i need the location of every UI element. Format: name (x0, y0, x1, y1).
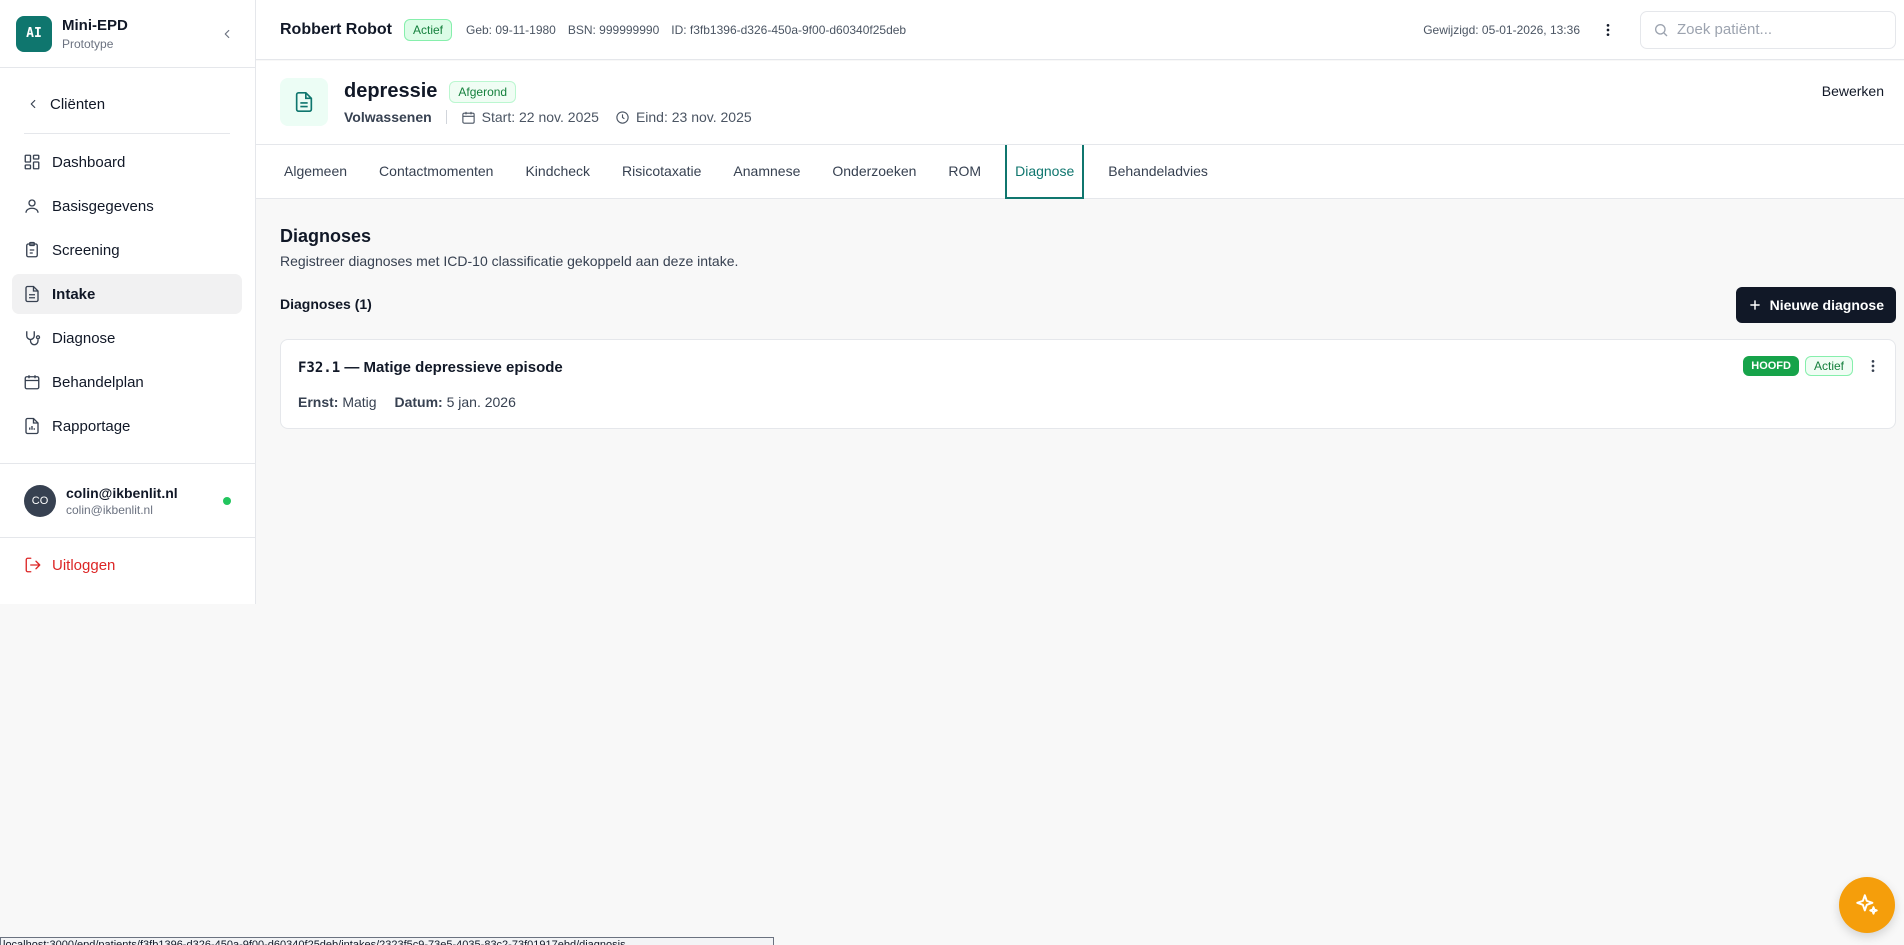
tab-risicotaxatie[interactable]: Risicotaxatie (614, 145, 709, 199)
back-link-label: Cliënten (50, 95, 106, 113)
intake-start-date: Start: 22 nov. 2025 (461, 109, 599, 125)
sidebar-nav: Dashboard Basisgegevens Screening Intake… (12, 142, 242, 450)
patient-name: Robbert Robot (280, 20, 392, 38)
clock-icon (616, 110, 629, 124)
intake-status-badge: Afgerond (449, 80, 517, 103)
sidebar-item-label: Rapportage (52, 417, 131, 435)
new-diagnosis-button[interactable]: Nieuwe diagnose (1735, 287, 1896, 323)
sidebar-item-diagnose[interactable]: Diagnose (12, 318, 242, 358)
tab-diagnose[interactable]: Diagnose (1005, 145, 1085, 199)
sidebar-item-label: Dashboard (52, 153, 126, 171)
brand: AI Mini-EPD Prototype (0, 0, 255, 68)
sidebar-item-label: Diagnose (52, 329, 116, 347)
tab-kindcheck[interactable]: Kindcheck (517, 145, 598, 199)
divider (24, 133, 230, 134)
primary-diagnosis-badge: HOOFD (1743, 356, 1799, 376)
sidebar-item-dashboard[interactable]: Dashboard (12, 142, 242, 182)
stethoscope-icon (26, 331, 41, 346)
sidebar-item-label: Intake (52, 285, 96, 303)
sidebar-item-basisgegevens[interactable]: Basisgegevens (12, 186, 242, 226)
intake-tabs: Algemeen Contactmomenten Kindcheck Risic… (256, 145, 1904, 199)
diagnosis-code: F32.1 (298, 360, 341, 376)
more-vertical-icon (1871, 360, 1875, 372)
last-modified: Gewijzigd: 05-01-2026, 13:36 (1423, 22, 1580, 37)
sidebar-item-screening[interactable]: Screening (12, 230, 242, 270)
diagnosis-status-badge: Actief (1804, 356, 1853, 376)
sidebar-item-intake[interactable]: Intake (12, 274, 242, 314)
search-icon (1655, 23, 1668, 36)
sidebar-item-rapportage[interactable]: Rapportage (12, 406, 242, 446)
diagnosis-meta: Ernst: Matig Datum: 5 jan. 2026 (298, 394, 516, 410)
user-email: colin@ikbenlit.nl (66, 502, 153, 517)
more-options-button[interactable] (1598, 20, 1618, 40)
collapse-sidebar-button[interactable] (215, 22, 239, 46)
intake-group: Volwassenen (344, 109, 432, 125)
browser-status-bar: localhost:3000/epd/patients/f3fb1396-d32… (0, 937, 774, 945)
edit-button[interactable]: Bewerken (1822, 83, 1884, 99)
user-name: colin@ikbenlit.nl (66, 484, 178, 501)
document-icon (25, 285, 39, 303)
plus-icon (1749, 300, 1760, 310)
chevron-left-icon (30, 99, 36, 109)
logout-button[interactable]: Uitloggen (24, 556, 115, 574)
ai-assistant-button[interactable] (1839, 877, 1895, 933)
diagnosis-severity: Matig (342, 394, 377, 410)
tab-contactmomenten[interactable]: Contactmomenten (371, 145, 501, 199)
dashboard-icon (24, 154, 40, 170)
more-vertical-icon (1606, 23, 1610, 36)
patient-bsn: BSN: 999999990 (567, 22, 660, 37)
chevron-left-icon (224, 29, 230, 38)
avatar: CO (24, 484, 56, 517)
sidebar: AI Mini-EPD Prototype Cliënten Dashboard… (0, 0, 256, 604)
sidebar-item-label: Screening (52, 241, 120, 259)
sidebar-item-label: Behandelplan (52, 373, 144, 391)
section-subtitle: Registreer diagnoses met ICD-10 classifi… (280, 253, 739, 269)
app-subtitle: Prototype (62, 36, 114, 51)
patient-header: Robbert Robot Actief Geb: 09-11-1980 BSN… (256, 0, 1904, 60)
section-title: Diagnoses (280, 226, 372, 246)
tab-onderzoeken[interactable]: Onderzoeken (824, 145, 924, 199)
diagnosis-date: 5 jan. 2026 (446, 394, 516, 410)
user-profile[interactable]: CO colin@ikbenlit.nl colin@ikbenlit.nl (0, 463, 255, 538)
calendar-icon (24, 375, 40, 390)
sidebar-item-label: Basisgegevens (52, 197, 154, 215)
tab-algemeen[interactable]: Algemeen (276, 145, 355, 199)
tab-behandeladvies[interactable]: Behandeladvies (1100, 145, 1216, 199)
intake-header: depressie Afgerond Volwassenen Start: 22… (256, 61, 1904, 145)
online-status-indicator (223, 496, 231, 505)
diagnosis-name: — Matige depressieve episode (340, 359, 563, 376)
tab-rom[interactable]: ROM (940, 145, 989, 199)
logout-label: Uitloggen (52, 556, 116, 574)
patient-birthdate: Geb: 09-11-1980 (466, 22, 556, 37)
sparkles-icon (1856, 894, 1878, 915)
app-title: Mini-EPD (62, 16, 128, 34)
patient-search[interactable] (1640, 10, 1896, 49)
diagnoses-count: Diagnoses (1) (280, 296, 372, 312)
sidebar-item-behandelplan[interactable]: Behandelplan (12, 362, 242, 402)
intake-title: depressie (344, 80, 438, 102)
user-icon (25, 199, 39, 213)
logout-icon (25, 557, 41, 573)
diagnosis-options-button[interactable] (1863, 356, 1883, 376)
calendar-icon (461, 111, 475, 124)
intake-icon (280, 78, 328, 126)
divider (445, 110, 447, 124)
intake-end-date: Eind: 23 nov. 2025 (615, 109, 752, 125)
clipboard-icon (26, 241, 38, 258)
patient-id: ID: f3fb1396-d326-450a-9f00-d60340f25deb (671, 22, 907, 37)
diagnosis-title: F32.1 — Matige depressieve episode (298, 359, 563, 376)
tab-anamnese[interactable]: Anamnese (725, 145, 808, 199)
report-icon (25, 417, 39, 435)
search-input[interactable] (1677, 21, 1877, 38)
document-icon (295, 92, 313, 112)
brand-logo: AI (16, 15, 52, 52)
diagnosis-card[interactable]: F32.1 — Matige depressieve episode Ernst… (280, 339, 1896, 429)
back-to-clients-link[interactable]: Cliënten (24, 84, 231, 124)
patient-status-badge: Actief (403, 18, 452, 41)
